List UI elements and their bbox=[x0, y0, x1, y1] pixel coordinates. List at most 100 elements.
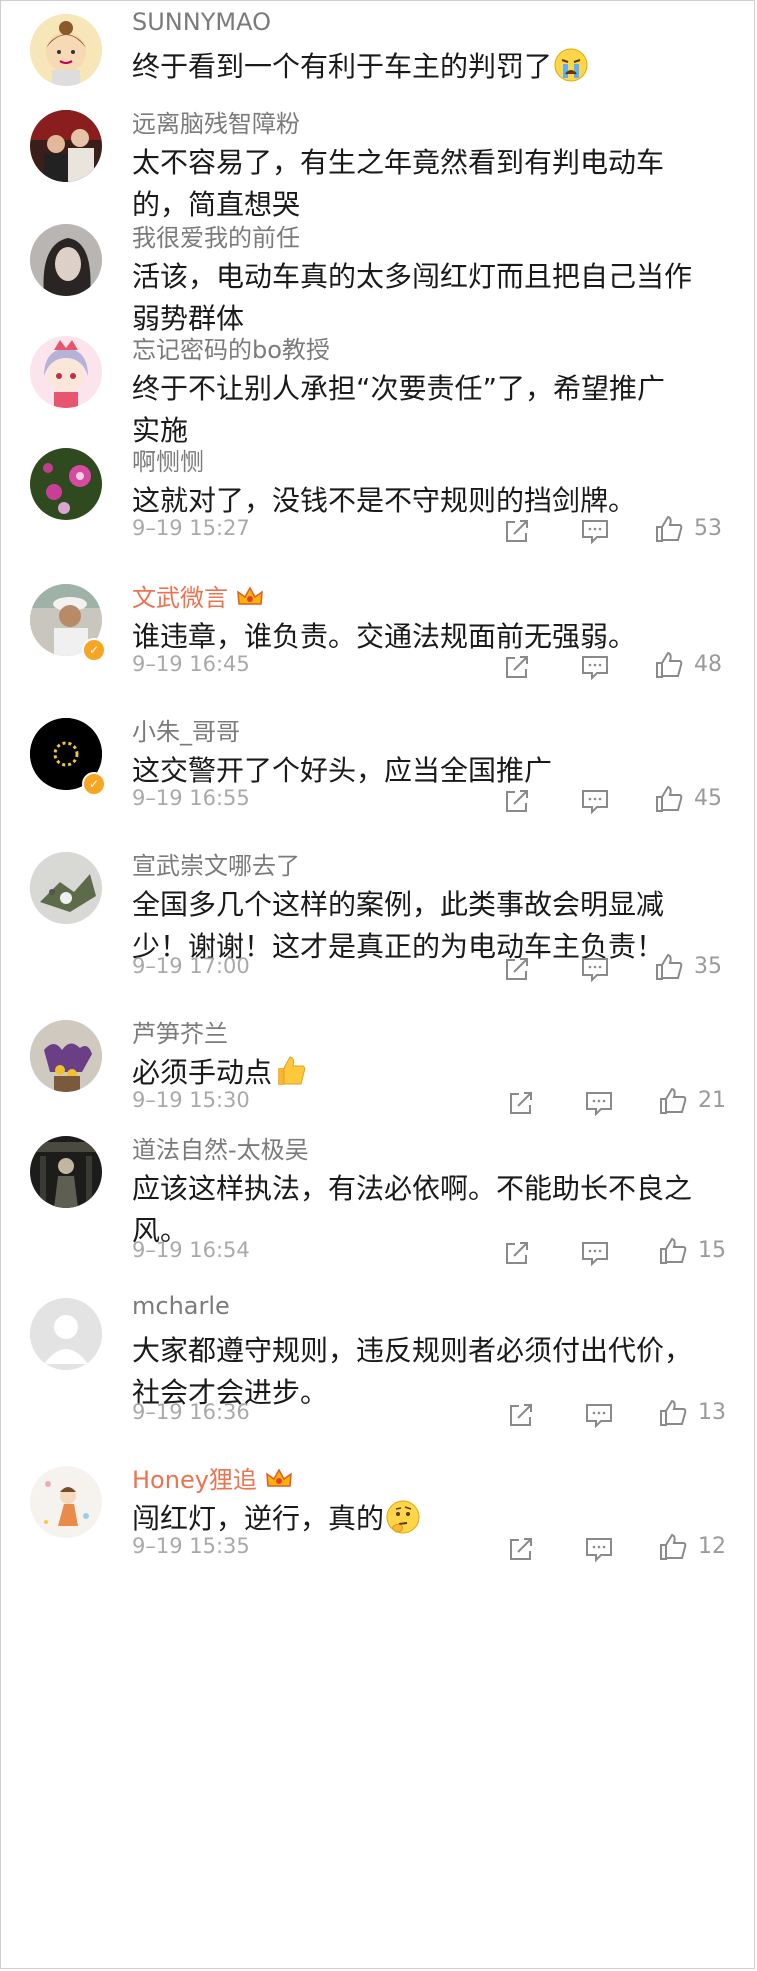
flower-avatar-icon bbox=[30, 448, 102, 520]
thumbs-up-icon bbox=[660, 1399, 687, 1426]
like-button[interactable]: 15 bbox=[658, 1236, 726, 1266]
comment-text-content: 必须手动点 bbox=[132, 1056, 273, 1089]
comment-button[interactable] bbox=[580, 652, 610, 682]
comment-button[interactable] bbox=[584, 1088, 614, 1118]
verified-badge-icon: ✓ bbox=[82, 772, 106, 796]
like-count: 13 bbox=[698, 1400, 726, 1425]
commenter-name[interactable]: mcharle bbox=[132, 1292, 230, 1320]
like-count: 12 bbox=[698, 1534, 726, 1559]
share-icon bbox=[510, 1404, 532, 1426]
like-count: 48 bbox=[694, 652, 722, 677]
commenter-name[interactable]: 芦笋芥兰 bbox=[132, 1014, 228, 1049]
share-icon bbox=[506, 1242, 528, 1264]
photo-avatar-icon bbox=[30, 110, 102, 182]
thumbs-up-icon bbox=[656, 515, 683, 542]
like-button[interactable]: 48 bbox=[654, 650, 722, 680]
commenter-name[interactable]: SUNNYMAO bbox=[132, 8, 271, 36]
comment-timestamp: 9–19 16:55 bbox=[132, 786, 250, 810]
default-avatar-icon bbox=[30, 1298, 102, 1370]
comment-timestamp: 9–19 16:54 bbox=[132, 1238, 250, 1262]
thumbs-up-icon bbox=[660, 1533, 687, 1560]
commenter-name[interactable]: 远离脑残智障粉 bbox=[132, 104, 300, 139]
share-button[interactable] bbox=[502, 652, 532, 682]
anime-avatar-icon bbox=[30, 336, 102, 408]
thumbs-up-icon bbox=[656, 785, 683, 812]
comment-text-content: 终于看到一个有利于车主的判罚了 bbox=[132, 50, 553, 83]
vip-crown-icon bbox=[237, 586, 263, 605]
like-button[interactable]: 53 bbox=[654, 514, 722, 544]
commenter-name[interactable]: 啊恻恻 bbox=[132, 442, 204, 477]
like-button[interactable]: 21 bbox=[658, 1086, 726, 1116]
avatar[interactable] bbox=[30, 852, 102, 924]
comment-timestamp: 9–19 16:45 bbox=[132, 652, 250, 676]
comment-icon bbox=[582, 1242, 608, 1267]
share-button[interactable] bbox=[502, 954, 532, 984]
avatar[interactable] bbox=[30, 14, 102, 86]
thumbs-up-icon bbox=[660, 1237, 687, 1264]
comment-icon bbox=[582, 520, 608, 545]
commenter-name[interactable]: Honey狸追 bbox=[132, 1460, 293, 1495]
comment-button[interactable] bbox=[580, 1238, 610, 1268]
commenter-name[interactable]: 小朱_哥哥 bbox=[132, 712, 240, 747]
commenter-name[interactable]: 宣武崇文哪去了 bbox=[132, 846, 300, 881]
flower-avatar-icon bbox=[30, 1020, 102, 1092]
thumbs-up-icon bbox=[656, 953, 683, 980]
avatar[interactable] bbox=[30, 1020, 102, 1092]
commenter-name[interactable]: 道法自然-太极吴 bbox=[132, 1130, 309, 1165]
share-button[interactable] bbox=[506, 1534, 536, 1564]
avatar[interactable] bbox=[30, 1136, 102, 1208]
avatar[interactable] bbox=[30, 224, 102, 296]
avatar[interactable] bbox=[30, 336, 102, 408]
share-icon bbox=[506, 790, 528, 812]
like-button[interactable]: 45 bbox=[654, 784, 722, 814]
avatar[interactable] bbox=[30, 1298, 102, 1370]
comment-icon bbox=[582, 790, 608, 815]
comment-text: 太不容易了，有生之年竟然看到有判电动车的，简直想哭 bbox=[132, 146, 665, 221]
comment-button[interactable] bbox=[580, 516, 610, 546]
share-button[interactable] bbox=[502, 516, 532, 546]
share-button[interactable] bbox=[502, 1238, 532, 1268]
share-icon bbox=[506, 958, 528, 980]
comment-timestamp: 9–19 17:00 bbox=[132, 954, 250, 978]
comment-icon bbox=[586, 1404, 612, 1429]
avatar[interactable] bbox=[30, 110, 102, 182]
thumbs-up-icon bbox=[656, 651, 683, 678]
share-button[interactable] bbox=[502, 786, 532, 816]
like-button[interactable]: 35 bbox=[654, 952, 722, 982]
comment-text: 终于看到一个有利于车主的判罚了 bbox=[132, 46, 692, 88]
share-button[interactable] bbox=[506, 1400, 536, 1430]
comment-text: 活该，电动车真的太多闯红灯而且把自己当作弱势群体 bbox=[132, 260, 693, 335]
share-icon bbox=[510, 1538, 532, 1560]
avatar[interactable] bbox=[30, 448, 102, 520]
share-icon bbox=[510, 1092, 532, 1114]
share-icon bbox=[506, 520, 528, 542]
photo-avatar-icon bbox=[30, 1136, 102, 1208]
comment-button[interactable] bbox=[584, 1400, 614, 1430]
comment-timestamp: 9–19 15:35 bbox=[132, 1534, 250, 1558]
thumbs-up-icon bbox=[660, 1087, 687, 1114]
avatar[interactable] bbox=[30, 1466, 102, 1538]
comment-icon bbox=[582, 656, 608, 681]
comment-button[interactable] bbox=[580, 786, 610, 816]
commenter-name[interactable]: 忘记密码的bo教授 bbox=[132, 330, 330, 365]
thinking-face-icon bbox=[386, 1500, 420, 1534]
like-button[interactable]: 12 bbox=[658, 1532, 726, 1562]
commenter-name[interactable]: 我很爱我的前任 bbox=[132, 218, 300, 253]
comment-timestamp: 9–19 15:30 bbox=[132, 1088, 250, 1112]
comment-timestamp: 9–19 16:36 bbox=[132, 1400, 250, 1424]
comment-icon bbox=[586, 1092, 612, 1117]
like-count: 21 bbox=[698, 1088, 726, 1113]
like-button[interactable]: 13 bbox=[658, 1398, 726, 1428]
share-icon bbox=[506, 656, 528, 678]
vip-crown-icon bbox=[266, 1468, 292, 1487]
commenter-name-text: Honey狸追 bbox=[132, 1466, 257, 1494]
share-button[interactable] bbox=[506, 1088, 536, 1118]
photo-avatar-icon bbox=[30, 224, 102, 296]
thumbs-up-emoji-icon bbox=[278, 1056, 306, 1085]
comment-text: 终于不让别人承担“次要责任”了，希望推广实施 bbox=[132, 372, 666, 447]
comment-button[interactable] bbox=[584, 1534, 614, 1564]
comment-button[interactable] bbox=[580, 954, 610, 984]
verified-badge-icon: ✓ bbox=[82, 638, 106, 662]
like-count: 53 bbox=[694, 516, 722, 541]
commenter-name[interactable]: 文武微言 bbox=[132, 578, 264, 613]
